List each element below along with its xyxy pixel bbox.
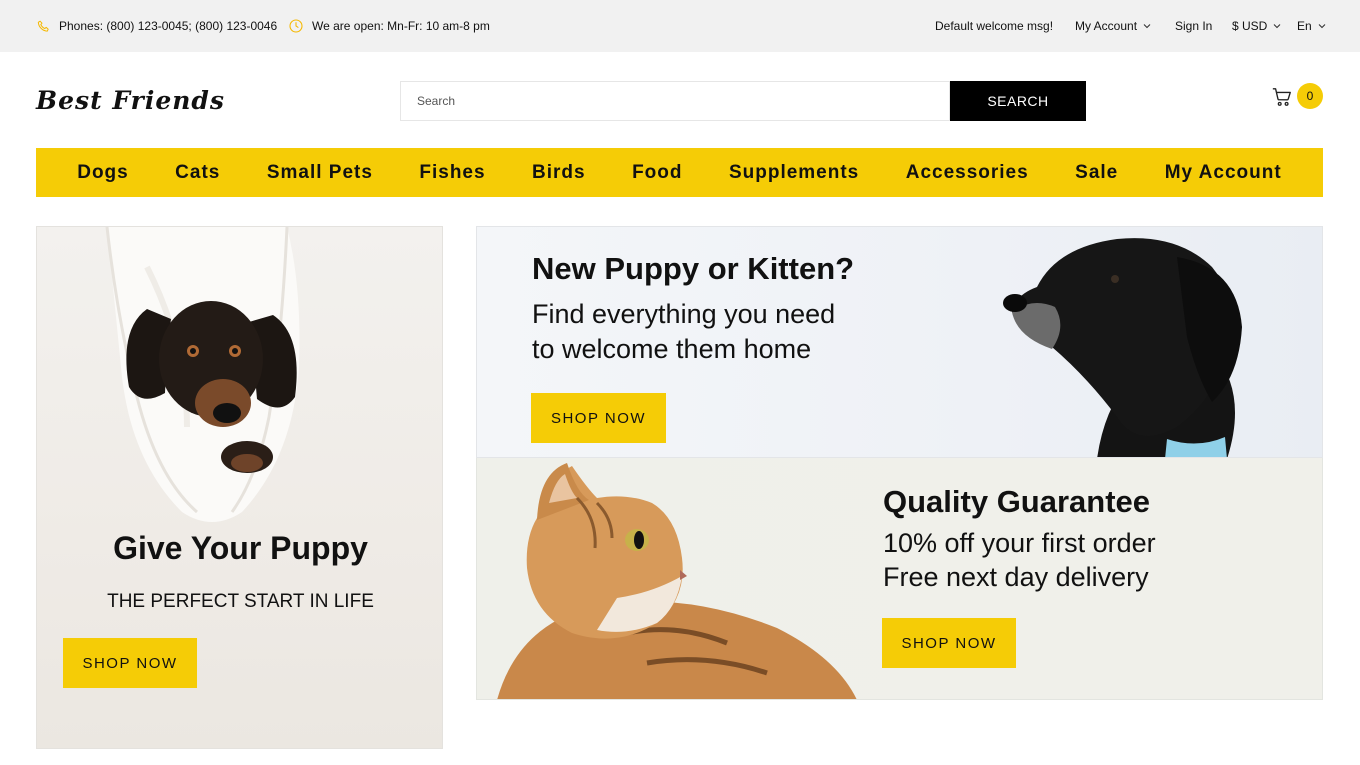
banner-quality-line1: 10% off your first order [883,528,1156,558]
my-account-label: My Account [1075,19,1138,33]
site-logo[interactable]: Best Friends [36,86,225,115]
nav-item-supplements[interactable]: Supplements [729,162,859,184]
banner-puppy-title: Give Your Puppy [113,530,368,566]
banner-puppy-shop-button[interactable]: SHOP NOW [63,638,197,688]
banner-puppy: Give Your Puppy THE PERFECT START IN LIF… [36,226,443,749]
language-label: En [1297,19,1312,33]
chevron-down-icon [1318,23,1326,29]
cart-count-badge[interactable]: 0 [1297,83,1323,109]
currency-label: $ USD [1232,19,1268,33]
nav-item-cats[interactable]: Cats [175,162,220,184]
banner-quality-line2: Free next day delivery [883,562,1149,592]
banner-quality-shop-button[interactable]: SHOP NOW [882,618,1016,668]
nav-item-small-pets[interactable]: Small Pets [267,162,373,184]
banner-quality: Quality Guarantee 10% off your first ord… [476,458,1323,700]
search-input[interactable] [400,81,950,121]
my-account-dropdown[interactable]: My Account [1075,0,1151,52]
banner-new-puppy-line1: Find everything you need [532,299,836,329]
nav-item-fishes[interactable]: Fishes [419,162,485,184]
search-button[interactable]: SEARCH [950,81,1086,121]
banner-new-puppy: New Puppy or Kitten? Find everything you… [476,226,1323,458]
banner-new-puppy-title: New Puppy or Kitten? [532,251,855,286]
nav-item-my-account[interactable]: My Account [1165,162,1282,184]
nav-item-food[interactable]: Food [632,162,682,184]
phone-icon [36,19,51,34]
cart-icon[interactable] [1271,86,1293,108]
banner-quality-title: Quality Guarantee [883,484,1151,519]
phones-text: Phones: (800) 123-0045; (800) 123-0046 [59,19,278,33]
banner-puppy-subtitle: THE PERFECT START IN LIFE [107,591,374,612]
chevron-down-icon [1143,23,1151,29]
chevron-down-icon [1273,23,1281,29]
sign-in-link[interactable]: Sign In [1175,0,1212,52]
nav-item-birds[interactable]: Birds [532,162,586,184]
main-nav: Dogs Cats Small Pets Fishes Birds Food S… [36,148,1323,197]
banner-new-puppy-line2: to welcome them home [532,334,812,364]
nav-item-sale[interactable]: Sale [1075,162,1118,184]
banner-new-puppy-shop-button[interactable]: SHOP NOW [531,393,666,443]
clock-icon [288,18,304,34]
top-bar: Phones: (800) 123-0045; (800) 123-0046 W… [0,0,1360,52]
hours-text: We are open: Mn-Fr: 10 am-8 pm [312,19,490,33]
phones-info: Phones: (800) 123-0045; (800) 123-0046 [36,0,277,52]
hours-info: We are open: Mn-Fr: 10 am-8 pm [288,0,490,52]
nav-item-dogs[interactable]: Dogs [77,162,129,184]
language-dropdown[interactable]: En [1297,0,1326,52]
welcome-message: Default welcome msg! [935,19,1054,33]
currency-dropdown[interactable]: $ USD [1232,0,1281,52]
nav-item-accessories[interactable]: Accessories [906,162,1029,184]
